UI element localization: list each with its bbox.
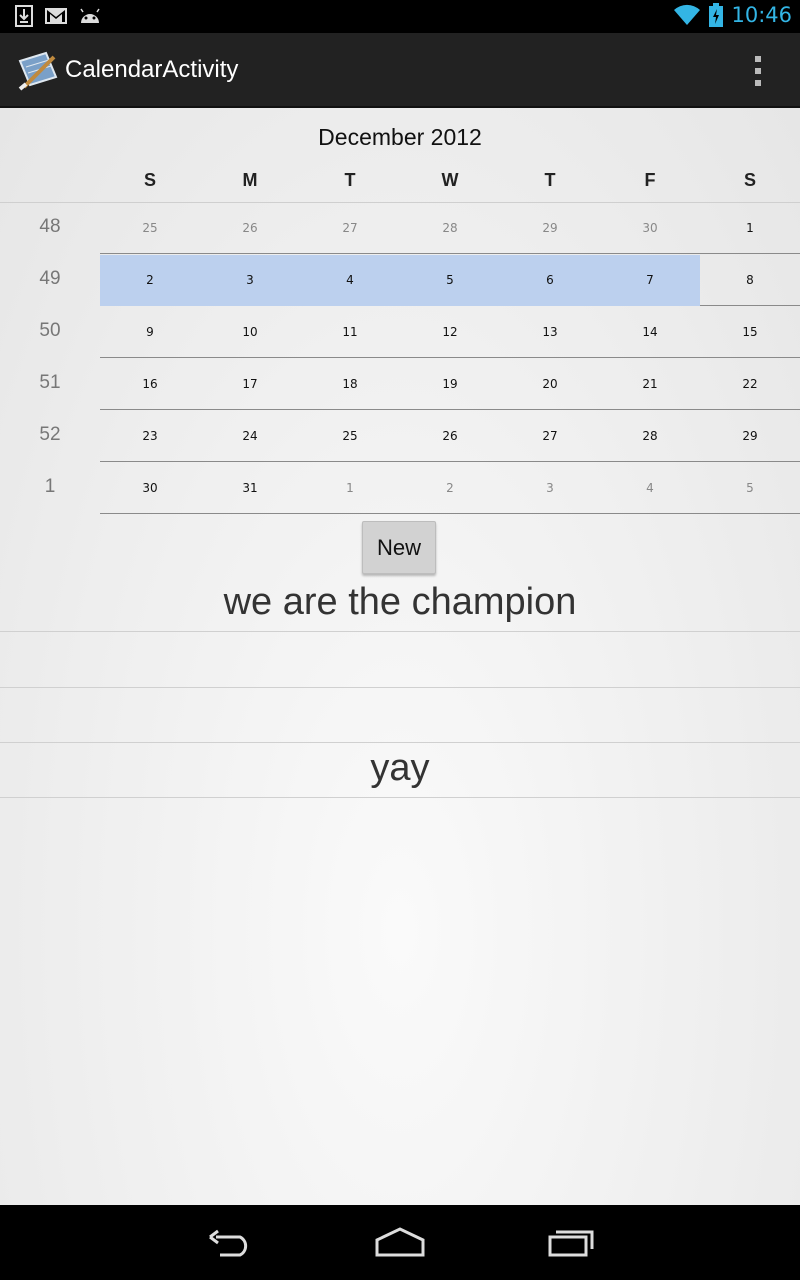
day-cell[interactable]: 17 <box>200 359 300 410</box>
day-of-week-header: S M T W T F S <box>100 170 800 198</box>
selected-day-cell[interactable]: 4 <box>300 255 400 306</box>
week-row: 52 23 24 25 26 27 28 29 <box>0 411 800 463</box>
day-cell[interactable]: 28 <box>600 411 700 462</box>
day-cell[interactable]: 22 <box>700 359 800 410</box>
month-title: December 2012 <box>318 124 482 150</box>
day-cell[interactable]: 16 <box>100 359 200 410</box>
event-list-item[interactable] <box>0 633 800 688</box>
app-icon[interactable] <box>16 51 60 91</box>
day-cell[interactable]: 28 <box>400 203 500 254</box>
selected-day-cell[interactable]: 3 <box>200 255 300 306</box>
week-number: 52 <box>39 424 61 445</box>
day-cell[interactable]: 3 <box>500 463 600 514</box>
home-icon[interactable] <box>374 1227 426 1259</box>
calendar-grid: 48 25 26 27 28 29 30 1 49 2 3 4 5 6 7 8 50 9 10 11 12 13 14 15 5… <box>0 203 800 515</box>
week-row: 48 25 26 27 28 29 30 1 <box>0 203 800 255</box>
selected-day-cell[interactable]: 2 <box>100 255 200 306</box>
day-cell[interactable]: 14 <box>600 307 700 358</box>
day-cell[interactable]: 26 <box>400 411 500 462</box>
day-cell[interactable]: 9 <box>100 307 200 358</box>
android-icon <box>80 8 100 23</box>
week-number: 51 <box>39 372 61 393</box>
day-header-sat: S <box>743 170 756 190</box>
overflow-menu-icon[interactable] <box>746 56 770 86</box>
day-cell[interactable]: 30 <box>100 463 200 514</box>
day-cell[interactable]: 25 <box>300 411 400 462</box>
day-cell[interactable]: 21 <box>600 359 700 410</box>
selected-day-cell[interactable]: 6 <box>500 255 600 306</box>
day-cell[interactable]: 30 <box>600 203 700 254</box>
week-row: 1 30 31 1 2 3 4 5 <box>0 463 800 515</box>
action-bar: CalendarActivity <box>0 33 800 108</box>
week-days: 23 24 25 26 27 28 29 <box>100 411 800 462</box>
app-title: CalendarActivity <box>65 56 239 83</box>
day-header-thu: T <box>544 170 556 190</box>
day-cell[interactable]: 8 <box>700 255 800 306</box>
wifi-icon <box>674 4 701 25</box>
day-cell[interactable]: 1 <box>700 203 800 254</box>
day-cell[interactable]: 5 <box>700 463 800 514</box>
day-cell[interactable]: 31 <box>200 463 300 514</box>
week-row: 50 9 10 11 12 13 14 15 <box>0 307 800 359</box>
day-cell[interactable]: 1 <box>300 463 400 514</box>
selected-day-cell[interactable]: 5 <box>400 255 500 306</box>
day-header-fri: F <box>644 170 656 190</box>
day-cell[interactable]: 29 <box>700 411 800 462</box>
navigation-bar <box>0 1205 800 1280</box>
week-days: 16 17 18 19 20 21 22 <box>100 359 800 410</box>
day-cell[interactable]: 20 <box>500 359 600 410</box>
day-header-mon: M <box>242 170 258 190</box>
system-indicators: 10:46 <box>673 3 792 27</box>
day-cell[interactable]: 23 <box>100 411 200 462</box>
day-header-sun: S <box>143 170 156 190</box>
week-days: 30 31 1 2 3 4 5 <box>100 463 800 514</box>
week-number: 49 <box>39 268 61 289</box>
week-number: 48 <box>39 216 61 237</box>
week-days: 9 10 11 12 13 14 15 <box>100 307 800 358</box>
week-row: 51 16 17 18 19 20 21 22 <box>0 359 800 411</box>
day-cell[interactable]: 18 <box>300 359 400 410</box>
day-cell[interactable]: 4 <box>600 463 700 514</box>
status-bar: 10:46 <box>0 0 800 33</box>
day-cell[interactable]: 24 <box>200 411 300 462</box>
day-cell[interactable]: 13 <box>500 307 600 358</box>
day-cell[interactable]: 27 <box>300 203 400 254</box>
main-content: December 2012 S M T W T F S 48 25 26 27 28 29… <box>0 108 800 1205</box>
event-list-item[interactable]: yay <box>0 743 800 798</box>
day-header-tue: T <box>344 170 356 190</box>
day-cell[interactable]: 2 <box>400 463 500 514</box>
week-number: 50 <box>39 320 61 341</box>
day-cell[interactable]: 10 <box>200 307 300 358</box>
day-cell[interactable]: 15 <box>700 307 800 358</box>
day-header-wed: W <box>441 170 459 190</box>
event-list-item[interactable] <box>0 688 800 743</box>
event-list-item[interactable]: we are the champion <box>0 577 800 632</box>
day-cell[interactable]: 12 <box>400 307 500 358</box>
day-cell[interactable]: 26 <box>200 203 300 254</box>
week-days: 2345678 <box>100 255 800 306</box>
day-cell[interactable]: 11 <box>300 307 400 358</box>
day-cell[interactable]: 29 <box>500 203 600 254</box>
clock: 10:46 <box>731 3 792 27</box>
download-icon <box>15 5 33 27</box>
week-row: 49 2 3 4 5 6 7 8 <box>0 255 800 307</box>
gmail-icon <box>45 8 67 24</box>
week-number: 1 <box>44 476 56 497</box>
selected-day-cell[interactable]: 7 <box>600 255 700 306</box>
week-days: 25 26 27 28 29 30 1 <box>100 203 800 254</box>
notification-icons <box>14 5 102 27</box>
new-button[interactable]: New <box>362 521 436 574</box>
day-cell[interactable]: 19 <box>400 359 500 410</box>
day-cell[interactable]: 27 <box>500 411 600 462</box>
battery-charging-icon <box>709 3 724 27</box>
recent-apps-icon[interactable] <box>546 1227 596 1259</box>
day-cell[interactable]: 25 <box>100 203 200 254</box>
back-icon[interactable] <box>206 1227 254 1259</box>
